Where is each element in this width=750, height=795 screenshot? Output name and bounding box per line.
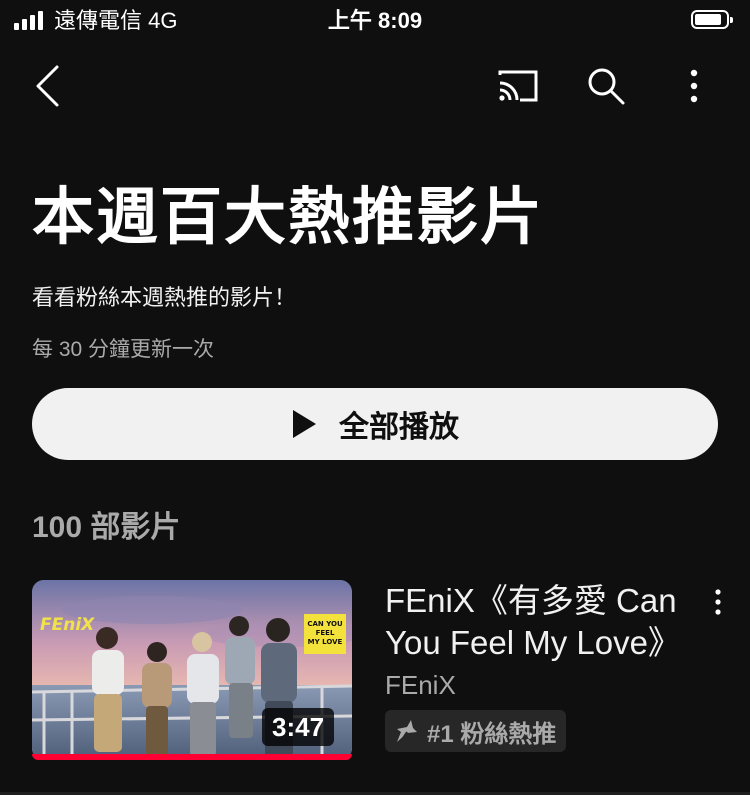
thumbnail-logo: FEniX — [40, 615, 95, 635]
thumbnail-sign-line-3: MY LOVE — [308, 638, 343, 646]
battery-icon — [691, 10, 733, 29]
more-vertical-icon — [715, 589, 721, 615]
back-arrow-icon — [36, 65, 59, 107]
update-frequency-note: 每 30 分鐘更新一次 — [32, 338, 215, 361]
back-button[interactable] — [20, 58, 76, 114]
watch-progress-bar — [32, 754, 352, 760]
play-icon — [293, 410, 316, 438]
thumbnail-sign-line-1: CAN YOU — [307, 620, 343, 628]
cast-button[interactable] — [488, 58, 548, 114]
page-title: 本週百大熱推影片 — [32, 183, 545, 252]
video-more-options-button[interactable] — [700, 582, 736, 622]
trending-flame-icon — [397, 720, 417, 742]
more-options-button[interactable] — [668, 58, 720, 114]
search-button[interactable] — [576, 58, 636, 114]
page-subtitle: 看看粉絲本週熱推的影片！ — [32, 285, 297, 310]
trending-badge: #1 粉絲熱推 — [385, 710, 567, 752]
thumbnail-sign-line-2: FEEL — [316, 629, 335, 637]
channel-name[interactable]: FEniX — [385, 668, 456, 702]
status-bar: 遠傳電信 4G 上午 8:09 — [0, 0, 750, 44]
trending-badge-label: #1 粉絲熱推 — [427, 720, 557, 748]
play-all-button[interactable]: 全部播放 — [32, 388, 718, 460]
cast-icon — [498, 70, 538, 102]
status-time: 上午 8:09 — [327, 8, 423, 33]
play-all-label: 全部播放 — [339, 411, 459, 444]
video-title[interactable]: FEniX《有多愛 Can You Feel My Love》 — [385, 580, 695, 664]
video-count: 100 部影片 — [32, 511, 181, 544]
video-duration: 3:47 — [262, 708, 335, 746]
search-icon — [588, 68, 625, 105]
more-vertical-icon — [690, 69, 698, 103]
